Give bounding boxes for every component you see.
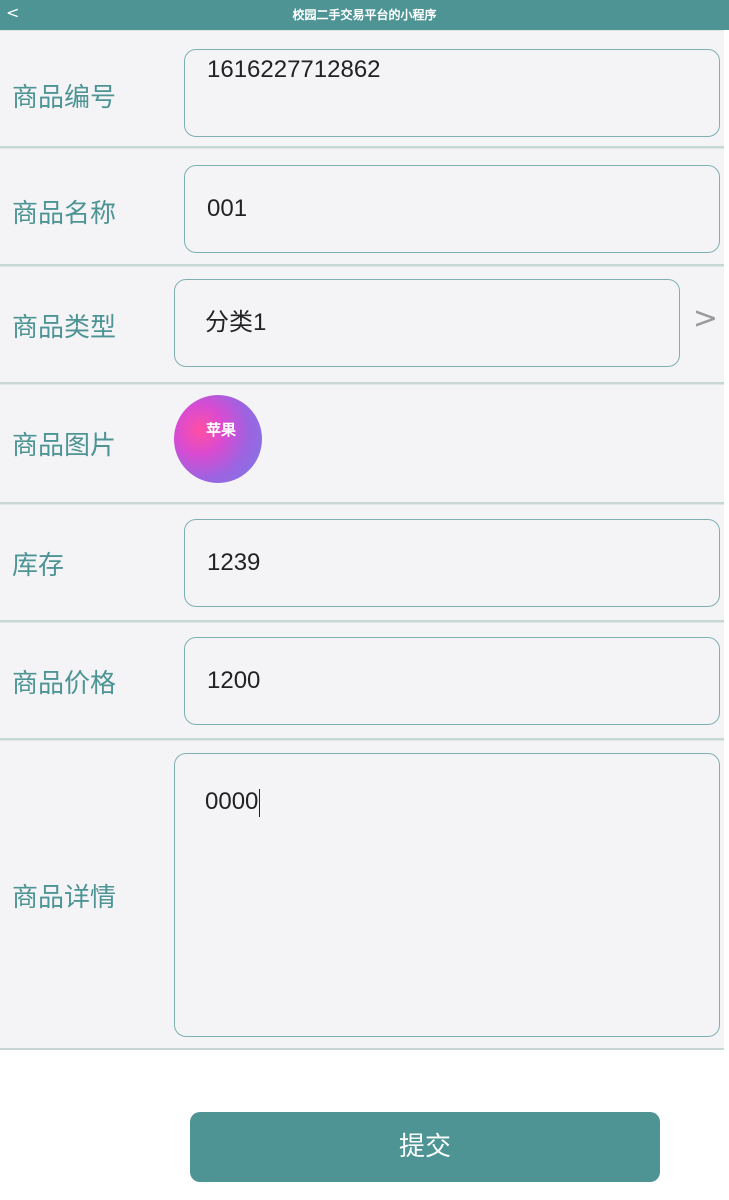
product-name-label: 商品名称 [12, 199, 117, 229]
product-image-label: 商品图片 [12, 431, 117, 461]
product-type-value: 分类1 [205, 309, 267, 336]
price-field[interactable]: 1200 [184, 637, 720, 725]
text-caret [259, 788, 261, 817]
product-form: 商品编号 1616227712862 商品名称 001 商品类型 分类1 > 商… [0, 30, 724, 1050]
row-details: 商品详情 0000 [0, 740, 724, 1050]
product-type-select[interactable]: 分类1 [174, 279, 680, 367]
product-id-label: 商品编号 [12, 83, 117, 113]
details-textarea[interactable]: 0000 [174, 753, 720, 1037]
product-id-value: 1616227712862 [207, 56, 381, 83]
stock-value: 1239 [207, 549, 261, 576]
price-label: 商品价格 [12, 669, 117, 699]
price-value: 1200 [207, 667, 261, 694]
stock-label: 库存 [12, 551, 65, 581]
chevron-right-icon[interactable]: > [693, 301, 718, 336]
details-value: 0000 [205, 788, 259, 815]
product-name-value: 001 [207, 195, 248, 222]
page-title: 校园二手交易平台的小程序 [292, 8, 437, 22]
stock-field[interactable]: 1239 [184, 519, 720, 607]
row-product-type: 商品类型 分类1 > [0, 266, 724, 384]
row-price: 商品价格 1200 [0, 622, 724, 740]
row-stock: 库存 1239 [0, 504, 724, 622]
row-product-id: 商品编号 1616227712862 [0, 30, 724, 148]
product-id-field[interactable]: 1616227712862 [184, 49, 720, 137]
row-product-name: 商品名称 001 [0, 148, 724, 266]
thumbnail-caption: 苹果 [206, 421, 237, 439]
row-product-image: 商品图片 苹果 [0, 384, 724, 504]
product-name-field[interactable]: 001 [184, 165, 720, 253]
navbar: < 校园二手交易平台的小程序 [0, 0, 729, 30]
product-image-thumbnail[interactable]: 苹果 [174, 395, 262, 483]
details-label: 商品详情 [12, 883, 117, 913]
submit-button[interactable]: 提交 [190, 1112, 660, 1182]
product-type-label: 商品类型 [12, 313, 117, 343]
